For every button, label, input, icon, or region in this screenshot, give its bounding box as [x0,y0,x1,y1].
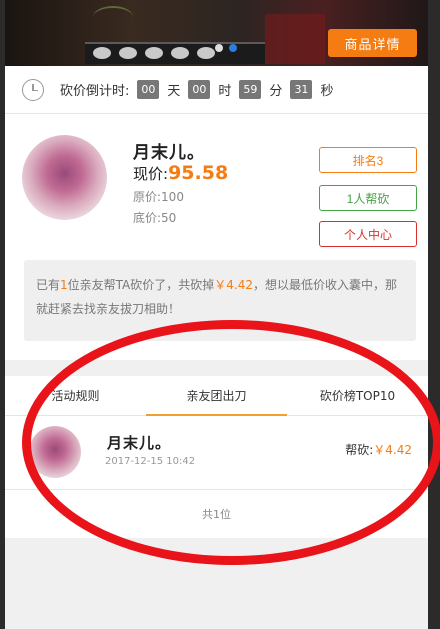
carousel-dots [215,44,237,52]
banner-cup [171,47,189,59]
avatar [22,135,107,220]
clock-icon [22,78,44,101]
current-price-label: 现价: [133,165,169,183]
tab-friend-helpers[interactable]: 亲友团出刀 [146,376,287,416]
original-price: 原价:100 [133,190,184,204]
tip-helper-count: 1 [60,278,68,292]
countdown-hour-unit: 时 [218,84,232,99]
current-price: 95.58 [168,162,229,184]
current-price-line: 现价:95.58 [133,162,228,184]
tip-prefix: 已有 [36,278,61,292]
tab-rules[interactable]: 活动规则 [5,376,146,415]
banner-cup [93,47,111,59]
rank-button[interactable]: 排名3 [319,147,417,173]
countdown-label: 砍价倒计时: [60,84,130,99]
helper-name: 月末儿。 [107,434,172,452]
tip-middle: 位亲友帮TA砍价了，共砍掉 [67,278,215,292]
banner-cup [197,47,215,59]
product-card: 月末儿。 现价:95.58 原价:100 底价:50 排名3 1人帮砍 个人中心… [5,114,428,360]
countdown-bar: 砍价倒计时: 00 天 00 时 59 分 31 秒 [5,66,428,114]
tab-bar: 活动规则 亲友团出刀 砍价榜TOP10 [5,376,428,416]
status-message: 已有1位亲友帮TA砍价了，共砍掉￥4.42，想以最低价收入囊中，那就赶紧去找亲友… [24,260,416,341]
product-detail-button[interactable]: 商品详情 [328,29,417,57]
helpers-button[interactable]: 1人帮砍 [319,185,417,211]
app-frame: 商品详情 砍价倒计时: 00 天 00 时 59 分 31 秒 月末儿。 现价:… [5,0,428,629]
helper-amount-line: 帮砍:￥4.42 [345,441,412,458]
carousel-dot-active[interactable] [229,44,237,52]
avatar [29,426,81,478]
banner-cup [119,47,137,59]
tip-amount: ￥4.42 [214,278,253,292]
list-item[interactable]: 月末儿。 2017-12-15 10:42 帮砍:￥4.42 [5,416,428,490]
countdown-minute-unit: 分 [269,84,283,99]
product-banner[interactable]: 商品详情 [5,0,428,66]
countdown-seconds: 31 [290,80,313,99]
countdown-day-unit: 天 [167,84,181,99]
total-count: 共1位 [5,490,428,538]
countdown-hours: 00 [188,80,211,99]
countdown-minutes: 59 [239,80,262,99]
helper-time: 2017-12-15 10:42 [105,456,196,467]
banner-background-object [265,14,325,64]
personal-center-button[interactable]: 个人中心 [319,221,417,247]
countdown-second-unit: 秒 [320,84,334,99]
carousel-dot[interactable] [215,44,223,52]
helper-amount: ￥4.42 [373,443,412,457]
countdown-days: 00 [137,80,160,99]
banner-cup [145,47,163,59]
floor-price: 底价:50 [133,211,177,225]
helper-amount-label: 帮砍: [345,443,374,457]
tab-top10[interactable]: 砍价榜TOP10 [287,376,428,415]
product-owner-name: 月末儿。 [133,143,205,163]
banner-plant [93,6,133,28]
